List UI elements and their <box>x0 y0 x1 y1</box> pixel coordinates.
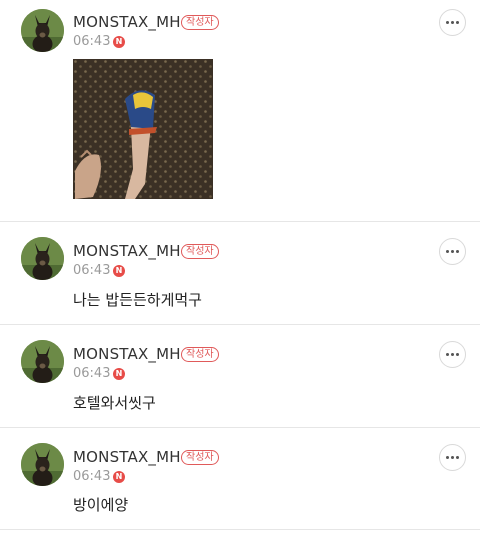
more-options-icon <box>445 456 461 460</box>
more-options-icon <box>445 353 461 357</box>
avatar-dog-image <box>21 237 64 280</box>
author-name[interactable]: MONSTAX_MH <box>73 448 181 466</box>
comment-item: MONSTAX_MH 작성자 06:43 N 나는 밥든든하게먹구 <box>0 222 480 325</box>
new-badge-icon: N <box>113 265 125 277</box>
author-badge: 작성자 <box>181 450 219 465</box>
new-badge-icon: N <box>113 368 125 380</box>
photo-image <box>73 59 213 199</box>
comment-item: MONSTAX_MH 작성자 06:43 N 방이에양 <box>0 428 480 530</box>
avatar-dog-image <box>21 443 64 486</box>
avatar[interactable] <box>21 340 64 383</box>
avatar[interactable] <box>21 237 64 280</box>
attached-photo[interactable] <box>73 59 213 199</box>
avatar[interactable] <box>21 9 64 52</box>
timestamp: 06:43 <box>73 366 111 381</box>
comment-item: MONSTAX_MH 작성자 06:43 N 호텔와서씻구 <box>0 325 480 428</box>
timestamp: 06:43 <box>73 469 111 484</box>
author-name[interactable]: MONSTAX_MH <box>73 345 181 363</box>
avatar-dog-image <box>21 9 64 52</box>
comment-text: 호텔와서씻구 <box>73 394 156 412</box>
author-badge: 작성자 <box>181 347 219 362</box>
comment-item: MONSTAX_MH 작성자 06:43 N <box>0 0 480 222</box>
author-name[interactable]: MONSTAX_MH <box>73 242 181 260</box>
more-options-button[interactable] <box>439 9 466 36</box>
author-badge: 작성자 <box>181 244 219 259</box>
more-options-button[interactable] <box>439 238 466 265</box>
avatar[interactable] <box>21 443 64 486</box>
more-options-icon <box>445 250 461 254</box>
new-badge-icon: N <box>113 471 125 483</box>
avatar-dog-image <box>21 340 64 383</box>
author-name[interactable]: MONSTAX_MH <box>73 13 181 31</box>
new-badge-icon: N <box>113 36 125 48</box>
more-options-button[interactable] <box>439 341 466 368</box>
author-badge: 작성자 <box>181 15 219 30</box>
more-options-button[interactable] <box>439 444 466 471</box>
more-options-icon <box>445 21 461 25</box>
timestamp: 06:43 <box>73 263 111 278</box>
comment-text: 방이에양 <box>73 496 129 514</box>
timestamp: 06:43 <box>73 34 111 49</box>
comment-text: 나는 밥든든하게먹구 <box>73 291 202 309</box>
